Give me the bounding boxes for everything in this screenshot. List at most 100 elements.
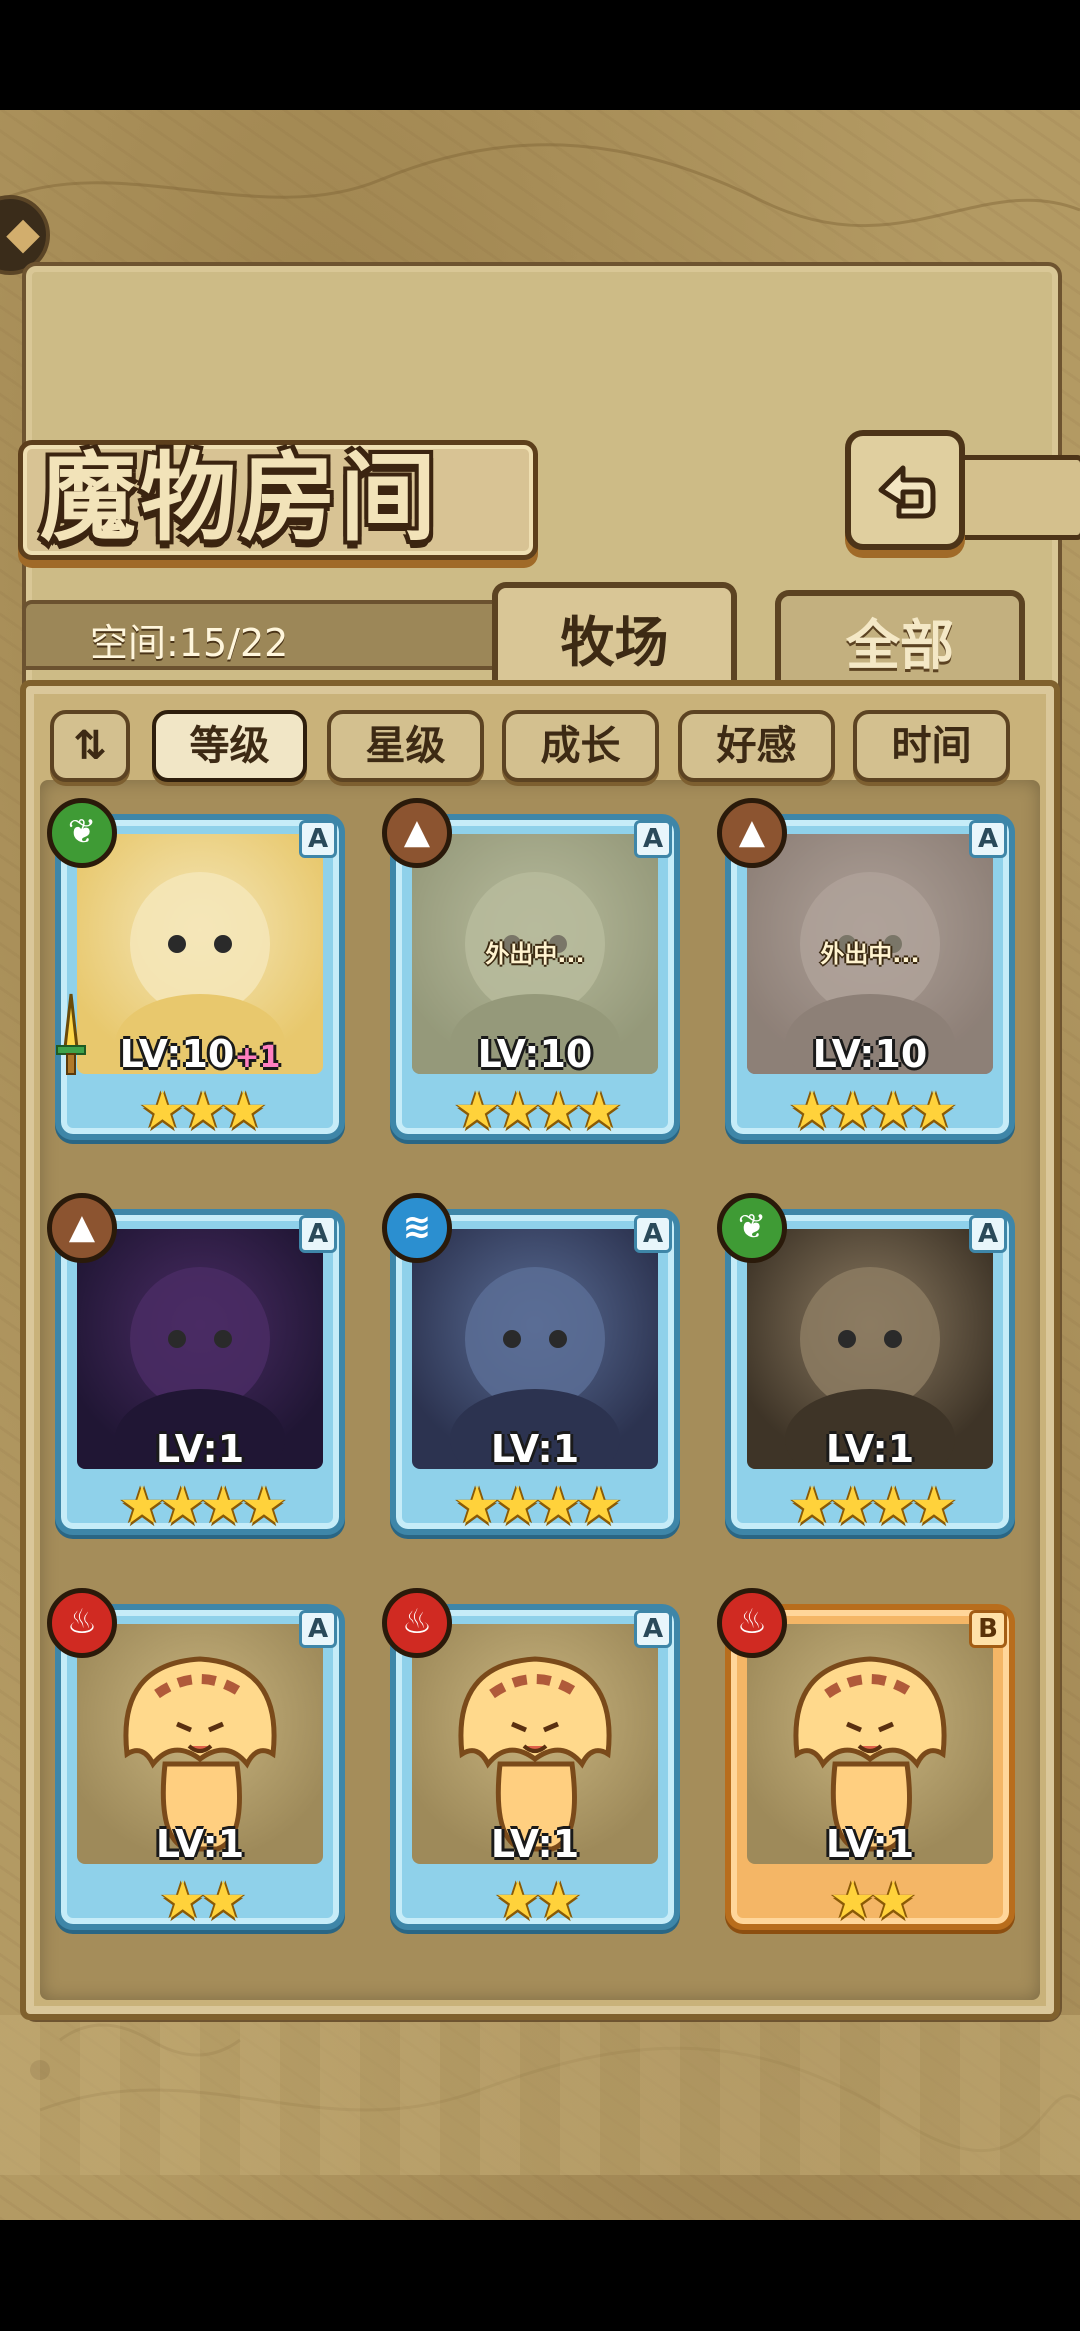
map-band	[0, 2015, 1080, 2175]
star-icon: ★	[453, 1081, 501, 1141]
tab-all[interactable]: 全部	[775, 590, 1025, 690]
star-rating: ★★★	[55, 1083, 345, 1139]
page-title: 魔物房间	[40, 441, 440, 554]
rock-icon: ▲	[717, 798, 787, 868]
star-icon: ★	[535, 1081, 582, 1141]
monster-card[interactable]: ♨ A LV:1 ★★	[382, 1588, 680, 1930]
star-rating: ★★★★	[725, 1083, 1015, 1139]
leaf-icon: ❦	[47, 798, 117, 868]
rank-badge: A	[969, 1215, 1007, 1253]
star-icon: ★	[535, 1476, 582, 1536]
bottom-bar	[0, 2220, 1080, 2331]
monster-card[interactable]: ▲ A LV:1 ★★★★	[47, 1193, 345, 1535]
star-icon: ★	[200, 1871, 247, 1931]
star-icon: ★	[179, 1081, 227, 1141]
filter-affection[interactable]: 好感	[678, 710, 835, 782]
rank-badge: A	[299, 1215, 337, 1253]
star-rating: ★★★★	[390, 1478, 680, 1534]
monster-card[interactable]: ≋ A LV:1 ★★★★	[382, 1193, 680, 1535]
away-status: 外出中...	[820, 940, 920, 968]
level-bonus: +1	[234, 1040, 281, 1075]
rank-badge: A	[634, 1215, 672, 1253]
star-rating: ★★★★	[55, 1478, 345, 1534]
level-label: LV:1	[55, 1822, 345, 1866]
monster-card[interactable]: ❦ A LV:1 ★★★★	[717, 1193, 1015, 1535]
star-icon: ★	[870, 1081, 917, 1141]
star-icon: ★	[118, 1476, 166, 1536]
level-value: LV:1	[490, 1427, 580, 1471]
rock-icon: ▲	[47, 1193, 117, 1263]
fire-icon: ♨	[382, 1588, 452, 1658]
filter-star[interactable]: 星级	[327, 710, 484, 782]
star-icon: ★	[200, 1476, 247, 1536]
star-icon: ★	[220, 1081, 267, 1141]
level-label: LV:1	[55, 1427, 345, 1471]
rock-icon: ▲	[382, 798, 452, 868]
star-icon: ★	[159, 1476, 206, 1536]
level-value: LV:1	[155, 1427, 245, 1471]
monster-card[interactable]: 外出中... ▲ A LV:10 ★★★★	[382, 798, 680, 1140]
star-icon: ★	[453, 1476, 501, 1536]
level-value: LV:1	[490, 1822, 580, 1866]
level-value: LV:1	[155, 1822, 245, 1866]
star-icon: ★	[494, 1476, 541, 1536]
level-label: LV:1	[390, 1822, 680, 1866]
sort-order-button[interactable]: ⇅	[50, 710, 130, 782]
leaf-icon: ❦	[717, 1193, 787, 1263]
away-status: 外出中...	[485, 940, 585, 968]
star-icon: ★	[494, 1871, 541, 1931]
back-button[interactable]	[845, 430, 965, 550]
level-value: LV:10	[119, 1032, 235, 1076]
back-arrow-icon	[878, 465, 936, 519]
menu-arrow-icon: ◆	[6, 208, 40, 259]
rank-badge: A	[634, 820, 672, 858]
star-rating: ★★★★	[725, 1478, 1015, 1534]
star-icon: ★	[535, 1871, 582, 1931]
star-icon: ★	[910, 1081, 958, 1141]
filter-growth[interactable]: 成长	[502, 710, 659, 782]
star-rating: ★★★★	[390, 1083, 680, 1139]
monster-card[interactable]: 外出中... ▲ A LV:10 ★★★★	[717, 798, 1015, 1140]
level-label: LV:10	[725, 1032, 1015, 1076]
star-icon: ★	[139, 1081, 186, 1141]
star-icon: ★	[788, 1081, 836, 1141]
back-button-bar	[955, 455, 1080, 540]
rank-badge: A	[634, 1610, 672, 1648]
star-icon: ★	[870, 1871, 917, 1931]
level-label: LV:1	[725, 1822, 1015, 1866]
star-rating: ★★	[725, 1873, 1015, 1929]
tab-ranch[interactable]: 牧场	[492, 582, 737, 692]
level-label: LV:1	[725, 1427, 1015, 1471]
level-label: LV:1	[390, 1427, 680, 1471]
star-rating: ★★	[55, 1873, 345, 1929]
star-rating: ★★	[390, 1873, 680, 1929]
filter-time[interactable]: 时间	[853, 710, 1010, 782]
monster-card[interactable]: ♨ B LV:1 ★★	[717, 1588, 1015, 1930]
star-icon: ★	[910, 1476, 958, 1536]
star-icon: ★	[240, 1476, 288, 1536]
star-icon: ★	[575, 1476, 623, 1536]
monster-card[interactable]: ♨ A LV:1 ★★	[47, 1588, 345, 1930]
star-icon: ★	[829, 1476, 876, 1536]
star-icon: ★	[788, 1476, 836, 1536]
star-icon: ★	[575, 1081, 623, 1141]
space-count: 空间:15/22	[90, 621, 289, 665]
level-value: LV:1	[825, 1427, 915, 1471]
fire-icon: ♨	[717, 1588, 787, 1658]
star-icon: ★	[870, 1476, 917, 1536]
monster-card[interactable]: ❦ A LV:10+1 ★★★	[47, 798, 345, 1140]
sort-order-icon: ⇅	[73, 723, 107, 769]
level-value: LV:10	[477, 1032, 593, 1076]
level-label: LV:10+1	[55, 1032, 345, 1076]
filter-level[interactable]: 等级	[152, 710, 307, 782]
level-value: LV:10	[812, 1032, 928, 1076]
rank-badge: A	[299, 1610, 337, 1648]
star-icon: ★	[159, 1871, 206, 1931]
rank-badge: A	[299, 820, 337, 858]
star-icon: ★	[494, 1081, 541, 1141]
fire-icon: ♨	[47, 1588, 117, 1658]
rank-badge: B	[969, 1610, 1007, 1648]
level-value: LV:1	[825, 1822, 915, 1866]
level-label: LV:10	[390, 1032, 680, 1076]
water-icon: ≋	[382, 1193, 452, 1263]
